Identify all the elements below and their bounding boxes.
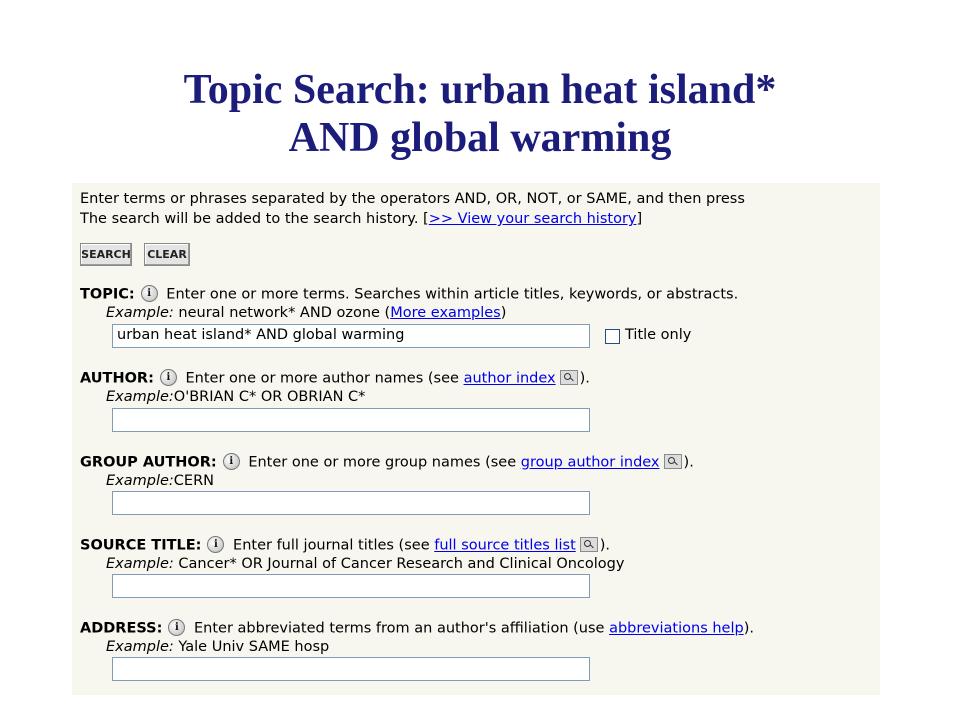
source-title-label: SOURCE TITLE: <box>80 537 202 554</box>
search-form-panel: Enter terms or phrases separated by the … <box>72 183 880 695</box>
slide-title-line-1: Topic Search: urban heat island* <box>183 67 777 113</box>
source-title-description: Enter full journal titles (see <box>233 537 430 554</box>
group-author-description-suffix: ). <box>683 454 694 471</box>
more-examples-link[interactable]: More examples <box>390 305 501 321</box>
slide-title: Topic Search: urban heat island* AND glo… <box>0 66 960 162</box>
source-title-input[interactable] <box>112 574 590 598</box>
group-author-example: Example:CERN <box>106 473 214 489</box>
address-input[interactable] <box>112 657 590 681</box>
slide-title-line-2: AND global warming <box>288 115 672 161</box>
topic-row: TOPIC: i Enter one or more terms. Searche… <box>80 285 738 304</box>
address-example: Example: Yale Univ SAME hosp <box>106 639 329 655</box>
topic-label: TOPIC: <box>80 286 135 303</box>
author-row: AUTHOR: i Enter one or more author names … <box>80 369 590 388</box>
source-title-example-text: Cancer* OR Journal of Cancer Research an… <box>178 556 625 572</box>
source-title-example: Example: Cancer* OR Journal of Cancer Re… <box>106 556 624 572</box>
topic-search-input[interactable]: urban heat island* AND global warming <box>112 324 590 348</box>
group-author-label: GROUP AUTHOR: <box>80 454 217 471</box>
address-description: Enter abbreviated terms from an author's… <box>194 620 605 637</box>
address-row: ADDRESS: i Enter abbreviated terms from a… <box>80 619 754 638</box>
author-input[interactable] <box>112 408 590 432</box>
topic-description: Enter one or more terms. Searches within… <box>166 286 739 303</box>
author-index-link[interactable]: author index <box>464 371 556 387</box>
topic-example-text: neural network* AND ozone ( <box>178 305 391 321</box>
group-author-example-text: CERN <box>173 473 215 489</box>
info-icon[interactable]: i <box>168 619 186 636</box>
search-button[interactable]: SEARCH <box>80 243 132 266</box>
info-icon[interactable]: i <box>140 285 158 302</box>
topic-example-suffix: ) <box>500 305 507 321</box>
example-label: Example: <box>106 639 174 655</box>
example-label: Example: <box>106 473 174 489</box>
author-description: Enter one or more author names (see <box>185 370 459 387</box>
address-label: ADDRESS: <box>80 620 163 637</box>
info-icon[interactable]: i <box>222 453 240 470</box>
info-icon[interactable]: i <box>159 369 177 386</box>
group-author-input[interactable] <box>112 491 590 515</box>
abbreviations-help-link[interactable]: abbreviations help <box>609 621 744 637</box>
example-label: Example: <box>106 389 174 405</box>
intro-text-suffix: ] <box>636 211 643 227</box>
magnifier-index-icon[interactable] <box>663 454 682 469</box>
group-author-row: GROUP AUTHOR: i Enter one or more group n… <box>80 453 694 472</box>
author-label: AUTHOR: <box>80 370 154 387</box>
group-author-description: Enter one or more group names (see <box>248 454 517 471</box>
info-icon[interactable]: i <box>207 536 225 553</box>
magnifier-index-icon[interactable] <box>559 370 578 385</box>
view-search-history-link[interactable]: >> View your search history <box>429 211 637 227</box>
source-title-row: SOURCE TITLE: i Enter full journal titles… <box>80 536 610 555</box>
example-label: Example: <box>106 556 174 572</box>
address-example-text: Yale Univ SAME hosp <box>178 639 330 655</box>
intro-text-prefix: The search will be added to the search h… <box>80 211 429 227</box>
intro-text-line-1: Enter terms or phrases separated by the … <box>80 191 745 207</box>
author-example: Example:O'BRIAN C* OR OBRIAN C* <box>106 389 365 405</box>
full-source-titles-list-link[interactable]: full source titles list <box>434 538 576 554</box>
group-author-index-link[interactable]: group author index <box>521 455 660 471</box>
author-description-suffix: ). <box>579 370 590 387</box>
topic-example: Example: neural network* AND ozone (More… <box>106 305 506 321</box>
example-label: Example: <box>106 305 174 321</box>
title-only-label: Title only <box>625 327 692 343</box>
address-description-suffix: ). <box>743 620 754 637</box>
magnifier-index-icon[interactable] <box>579 537 598 552</box>
intro-text-line-2: The search will be added to the search h… <box>80 211 642 227</box>
source-title-description-suffix: ). <box>599 537 611 554</box>
author-example-text: O'BRIAN C* OR OBRIAN C* <box>173 389 366 405</box>
title-only-checkbox[interactable] <box>605 329 620 344</box>
clear-button[interactable]: CLEAR <box>144 243 190 266</box>
